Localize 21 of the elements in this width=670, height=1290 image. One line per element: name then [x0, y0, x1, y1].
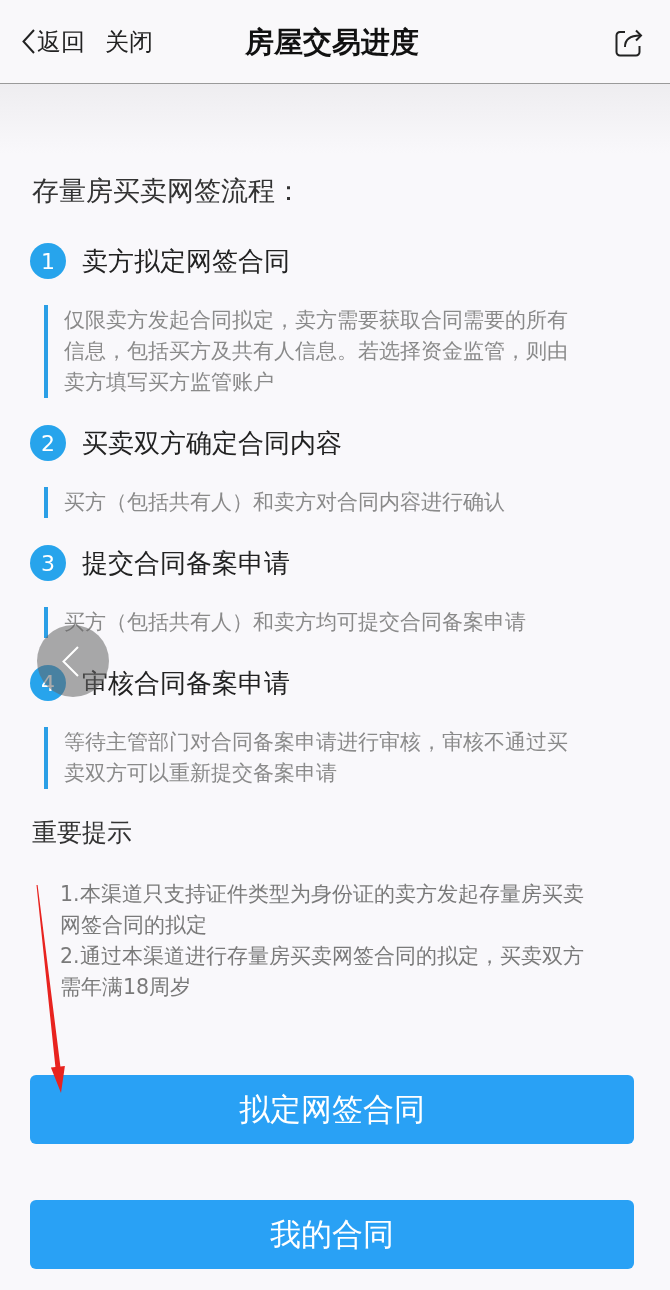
step-title: 提交合同备案申请 — [82, 547, 290, 580]
chevron-left-icon — [22, 29, 35, 54]
accent-bar — [44, 607, 48, 638]
step-number: 2 — [30, 425, 66, 461]
step-number: 1 — [30, 243, 66, 279]
step-number: 3 — [30, 545, 66, 581]
accent-bar — [44, 727, 48, 789]
close-button[interactable]: 关闭 — [103, 24, 155, 59]
step-description: 等待主管部门对合同备案申请进行审核，审核不通过买卖双方可以重新提交备案申请 — [64, 729, 569, 787]
page-title: 房屋交易进度 — [245, 23, 419, 61]
notice-title: 重要提示 — [32, 817, 132, 849]
notice-item: 2.通过本渠道进行存量房买卖网签合同的拟定，买卖双方需年满18周岁 — [60, 943, 585, 1001]
step-title: 卖方拟定网签合同 — [82, 245, 290, 278]
step-description: 仅限卖方发起合同拟定，卖方需要获取合同需要的所有信息，包括买方及共有人信息。若选择资金监管，则由卖方填写买方监管账户 — [64, 307, 569, 396]
accent-bar — [44, 487, 48, 518]
notice-item: 1.本渠道只支持证件类型为身份证的卖方发起存量房买卖网签合同的拟定 — [60, 881, 585, 939]
back-button[interactable]: 返回 — [20, 24, 87, 59]
step-title: 买卖双方确定合同内容 — [82, 427, 342, 460]
chevron-left-icon — [61, 645, 79, 677]
step-description: 买方（包括共有人）和卖方对合同内容进行确认 — [64, 489, 506, 516]
section-title: 存量房买卖网签流程： — [32, 174, 302, 208]
